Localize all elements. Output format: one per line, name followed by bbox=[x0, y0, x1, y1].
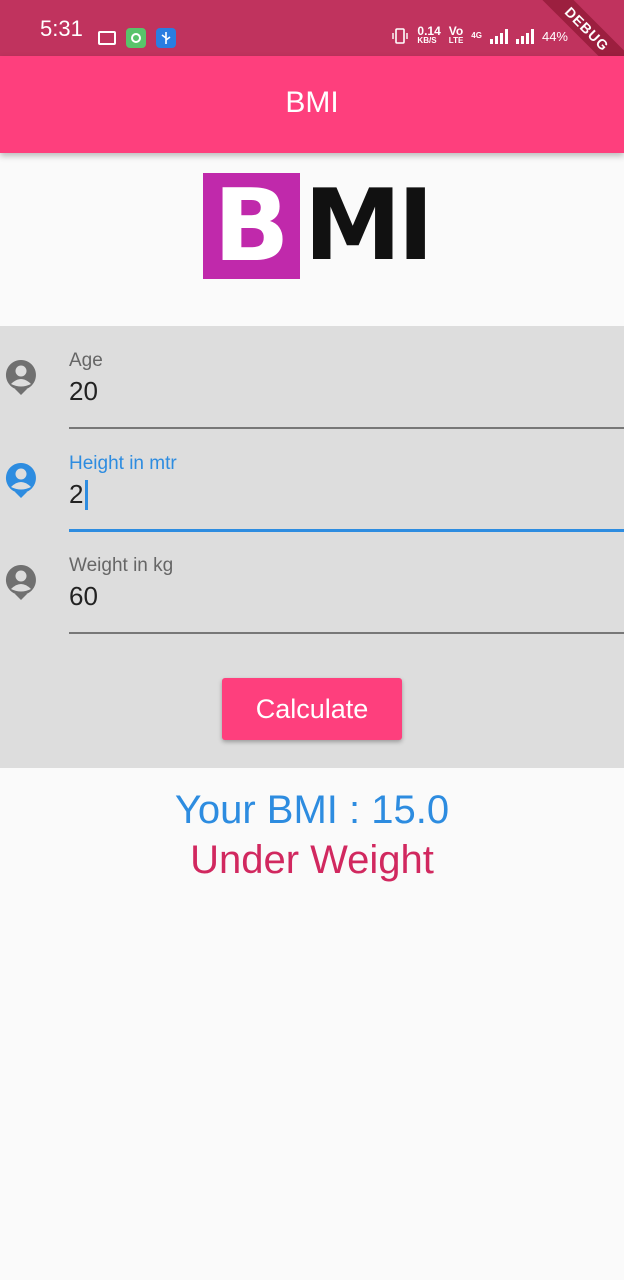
calculate-button[interactable]: Calculate bbox=[222, 678, 402, 740]
app-notification-icon bbox=[126, 28, 146, 48]
person-pin-icon bbox=[4, 358, 38, 396]
weight-status-text: Under Weight bbox=[190, 838, 434, 882]
age-input[interactable] bbox=[69, 376, 624, 407]
network-type: 4G bbox=[471, 31, 482, 40]
bmi-result-text: Your BMI : 15.0 bbox=[174, 788, 450, 832]
logo-letters-mi: MI bbox=[304, 169, 434, 283]
app-title: BMI bbox=[285, 86, 339, 119]
person-pin-icon bbox=[4, 563, 38, 601]
logo-letter-b: B bbox=[203, 173, 300, 279]
system-status: 0.14 KB/S Vo LTE 4G 44% bbox=[391, 24, 568, 46]
vibrate-icon bbox=[392, 28, 409, 44]
bmi-logo: B MI bbox=[203, 173, 434, 279]
weight-field[interactable]: Weight in kg bbox=[0, 531, 624, 634]
text-cursor bbox=[85, 480, 88, 510]
age-field[interactable]: Age bbox=[0, 326, 624, 429]
height-field[interactable]: Height in mtr bbox=[0, 429, 624, 532]
input-form: Age Height in mtr Weight in kg Calculate bbox=[0, 326, 624, 768]
battery-percent: 44% bbox=[541, 28, 568, 44]
weight-input[interactable] bbox=[69, 581, 624, 612]
person-pin-icon bbox=[4, 461, 38, 499]
height-input[interactable] bbox=[69, 479, 624, 510]
usb-icon bbox=[156, 28, 176, 48]
status-bar: 5:31 0.14 KB/S Vo LTE 4G 44% DEBUG bbox=[0, 0, 624, 90]
gmail-icon bbox=[98, 31, 116, 45]
age-label: Age bbox=[69, 350, 103, 371]
signal-strength-icon bbox=[489, 28, 508, 44]
weight-label: Weight in kg bbox=[69, 555, 174, 576]
volte-indicator: Vo LTE bbox=[448, 24, 464, 45]
notification-icons bbox=[98, 28, 176, 48]
app-screen: 5:31 0.14 KB/S Vo LTE 4G 44% DEBUG BMI B… bbox=[0, 0, 624, 1280]
status-time: 5:31 bbox=[40, 16, 83, 41]
app-bar: BMI bbox=[0, 56, 624, 153]
weight-underline bbox=[69, 632, 624, 634]
signal-strength-icon-2 bbox=[515, 28, 534, 44]
network-speed: 0.14 KB/S bbox=[417, 24, 441, 45]
height-label: Height in mtr bbox=[69, 453, 177, 474]
